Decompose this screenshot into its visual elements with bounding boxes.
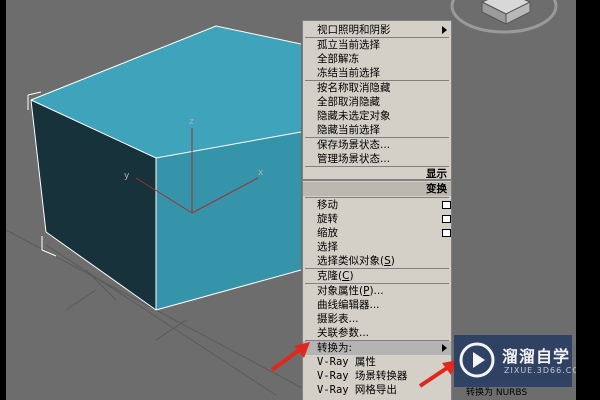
menu-item-label: 全部取消隐藏 xyxy=(317,96,380,108)
menu-item-label: 摄影表... xyxy=(317,313,359,325)
menu-item-label: 转换为: xyxy=(317,342,353,354)
menu-item-label: 选择类似对象( xyxy=(317,255,385,267)
viewcube[interactable] xyxy=(450,0,558,34)
menu-item-suffix: ) xyxy=(390,255,395,267)
menu-item[interactable]: 缩放 xyxy=(303,226,451,240)
menu-item-label: 隐藏未选定对象 xyxy=(317,110,391,122)
watermark-url: ZIXUE.3D66.COM xyxy=(504,366,576,375)
play-icon xyxy=(459,342,495,378)
quad-header-display: 显示 xyxy=(426,168,447,180)
menu-item[interactable]: 冻结当前选择 xyxy=(303,66,451,80)
menu-item-label: 全部解冻 xyxy=(317,53,359,65)
menu-item-label: 移动 xyxy=(317,199,338,211)
red-pointer-arrow-left xyxy=(270,342,310,372)
menu-item[interactable]: 对象属性(P)... xyxy=(303,284,451,298)
menu-item[interactable]: 选择 xyxy=(303,240,451,254)
menu-item[interactable]: 保存场景状态... xyxy=(303,138,451,152)
menu-item-label: 克隆( xyxy=(317,270,343,282)
menu-item[interactable]: 全部取消隐藏 xyxy=(303,95,451,109)
perspective-viewport[interactable]: z x y 视口照明和阴影 孤立当前选择 全部解冻冻结当前选择 按名称取消隐藏 全部取消… xyxy=(6,0,576,400)
menu-item-suffix: ) xyxy=(349,270,354,282)
axis-z-label: z xyxy=(189,117,194,127)
menu-item-label: 隐藏当前选择 xyxy=(317,124,380,136)
screenshot-frame: z x y 视口照明和阴影 孤立当前选择 全部解冻冻结当前选择 按名称取消隐藏 全部取消… xyxy=(0,0,600,400)
menu-item-label: 视口照明和阴影 xyxy=(317,24,391,36)
watermark-title: 溜溜自学 xyxy=(502,347,571,366)
menu-item[interactable]: 全部解冻 xyxy=(303,52,451,66)
box-right-face[interactable] xyxy=(156,132,301,310)
watermark-badge: 溜溜自学 ZIXUE.3D66.COM xyxy=(454,335,576,387)
menu-item-label: 对象属性( xyxy=(317,285,364,297)
menu-item-label: V-Ray 场景转换器 xyxy=(317,370,408,382)
menu-item[interactable]: 曲线编辑器... xyxy=(303,298,451,312)
menu-item[interactable]: 隐藏当前选择 xyxy=(303,123,451,137)
quad-header-transform: 变换 xyxy=(303,182,451,196)
menu-item-label: 冻结当前选择 xyxy=(317,67,380,79)
menu-item[interactable]: 隐藏未选定对象 xyxy=(303,109,451,123)
menu-item[interactable]: 管理场景状态... xyxy=(303,152,451,166)
menu-item-label: 缩放 xyxy=(317,227,338,239)
menu-item[interactable]: 旋转 xyxy=(303,212,451,226)
menu-item[interactable]: 按名称取消隐藏 xyxy=(303,81,451,95)
menu-item[interactable]: 转换为: xyxy=(303,341,451,355)
menu-item-label: 旋转 xyxy=(317,213,338,225)
menu-item-suffix: )... xyxy=(369,285,384,297)
quad-menu-display: 视口照明和阴影 孤立当前选择 全部解冻冻结当前选择 按名称取消隐藏 全部取消隐藏 隐藏未选… xyxy=(302,20,452,180)
menu-item[interactable]: 克隆(C) xyxy=(303,269,451,283)
menu-item-label: 关联参数... xyxy=(317,327,370,339)
options-box-icon[interactable] xyxy=(442,215,451,223)
submenu-arrow-icon xyxy=(442,26,447,34)
menu-item-label: 曲线编辑器... xyxy=(317,299,380,311)
menu-item[interactable]: 选择类似对象(S) xyxy=(303,254,451,268)
menu-item-label: 保存场景状态... xyxy=(317,139,391,151)
options-box-icon[interactable] xyxy=(442,201,451,209)
menu-item-label: 孤立当前选择 xyxy=(317,39,380,51)
menu-item-label: V-Ray 属性 xyxy=(317,356,376,368)
menu-item-label: 按名称取消隐藏 xyxy=(317,82,391,94)
menu-item[interactable]: 关联参数... xyxy=(303,326,451,340)
options-box-icon[interactable] xyxy=(442,229,451,237)
menu-item[interactable]: 摄影表... xyxy=(303,312,451,326)
submenu-arrow-icon xyxy=(442,344,447,352)
menu-item[interactable]: 移动 xyxy=(303,198,451,212)
menu-item-label: 选择 xyxy=(317,241,338,253)
menu-item[interactable]: 视口照明和阴影 xyxy=(303,23,451,37)
menu-item[interactable]: 孤立当前选择 xyxy=(303,38,451,52)
axis-x-label: x xyxy=(258,168,264,178)
menu-item-label: V-Ray 网格导出 xyxy=(317,384,397,396)
axis-y-label: y xyxy=(124,171,130,181)
menu-item-label: 管理场景状态... xyxy=(317,153,391,165)
menu-item-hotkey: S xyxy=(384,255,391,267)
